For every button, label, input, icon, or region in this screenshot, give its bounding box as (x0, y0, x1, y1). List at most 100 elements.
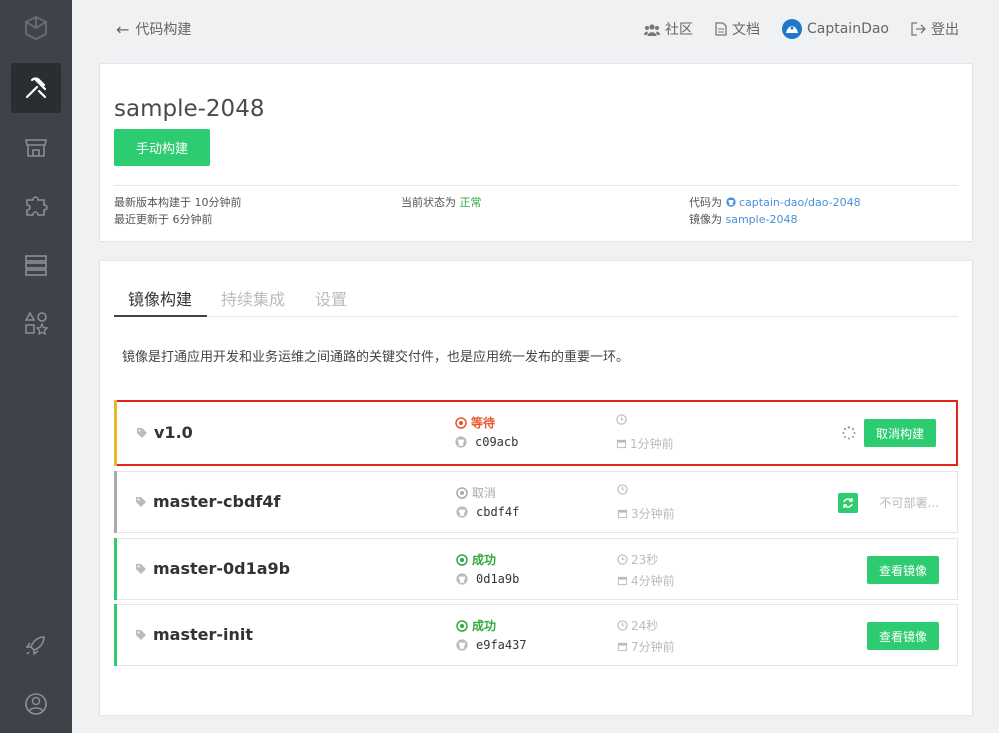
build-time-ago: 3分钟前 (617, 505, 675, 522)
cube-logo-icon[interactable] (11, 3, 61, 53)
status-bar (114, 471, 117, 533)
tag-icon (136, 563, 146, 574)
tab-ci[interactable]: 持续集成 (221, 286, 285, 310)
current-status: 当前状态为 正常 (401, 194, 482, 211)
users-icon (644, 23, 660, 36)
build-duration: 23秒 (617, 551, 658, 568)
build-duration: 24秒 (617, 617, 658, 634)
clock-icon (616, 414, 627, 425)
project-summary-card: sample-2048 手动构建 最新版本构建于 10分钟前 最近更新于 6分钟… (99, 63, 973, 242)
sidebar-item-shapes[interactable] (11, 298, 61, 348)
back-link[interactable]: ← 代码构建 (116, 19, 191, 39)
clock-icon (617, 620, 628, 631)
calendar-icon (616, 439, 627, 449)
build-row[interactable]: v1.0 等待 c09acb 1分钟前 取消构建 (114, 400, 958, 466)
build-time-ago: 7分钟前 (617, 638, 675, 655)
cancel-build-button[interactable]: 取消构建 (864, 419, 936, 447)
build-name: master-cbdf4f (135, 492, 280, 511)
build-row[interactable]: master-cbdf4f 取消 cbdf4f 3分钟前 不可部署... (114, 471, 958, 533)
logout-link[interactable]: 登出 (911, 19, 959, 39)
repo-link[interactable]: captain-dao/dao-2048 (739, 196, 861, 209)
top-bar: ← 代码构建 社区 文档 CaptainDao 登出 (72, 0, 999, 60)
tab-image-build[interactable]: 镜像构建 (128, 286, 192, 310)
community-label: 社区 (665, 22, 693, 38)
rocket-icon (25, 636, 45, 656)
community-link[interactable]: 社区 (644, 19, 693, 39)
build-name: master-init (135, 625, 253, 644)
page-title: sample-2048 (114, 96, 265, 122)
image-link[interactable]: sample-2048 (726, 213, 798, 226)
status-badge: 成功 (456, 551, 496, 568)
docs-label: 文档 (732, 22, 760, 38)
github-icon (456, 573, 468, 585)
sidebar-item-puzzle[interactable] (11, 181, 61, 231)
waiting-icon (455, 416, 467, 429)
repo-prefix: 代码为 (689, 196, 722, 209)
username: CaptainDao (807, 21, 889, 37)
status-prefix: 当前状态为 (401, 196, 456, 209)
status-badge: 成功 (456, 617, 496, 634)
active-tab-indicator (114, 315, 207, 317)
document-icon (715, 22, 727, 36)
sidebar-item-tools[interactable] (11, 63, 61, 113)
avatar (782, 19, 802, 39)
tab-settings[interactable]: 设置 (315, 286, 347, 310)
success-icon (456, 553, 468, 566)
canceled-icon (456, 486, 468, 499)
calendar-icon (617, 509, 628, 519)
divider (114, 185, 958, 186)
build-duration (617, 484, 631, 495)
user-menu[interactable]: CaptainDao (782, 19, 889, 39)
tag-icon (136, 496, 146, 507)
builds-card: 镜像构建 持续集成 设置 镜像是打通应用开发和业务运维之间通路的关键交付件，也是… (99, 260, 973, 716)
build-name: v1.0 (136, 423, 193, 442)
calendar-icon (617, 642, 628, 652)
sidebar-item-user[interactable] (11, 679, 61, 729)
view-image-button[interactable]: 查看镜像 (867, 556, 939, 584)
build-time-ago: 4分钟前 (617, 572, 675, 589)
back-label: 代码构建 (135, 22, 192, 38)
last-update-text: 最近更新于 6分钟前 (114, 213, 213, 226)
refresh-icon (843, 498, 853, 508)
build-row[interactable]: master-init 成功 e9fa437 24秒 7分钟前 查看镜像 (114, 604, 958, 666)
arrow-left-icon: ← (116, 19, 130, 39)
manual-build-button[interactable]: 手动构建 (114, 129, 210, 166)
top-links: 社区 文档 CaptainDao 登出 (644, 19, 959, 39)
clock-icon (617, 554, 628, 565)
view-image-button[interactable]: 查看镜像 (867, 622, 939, 650)
commit-hash: cbdf4f (456, 505, 519, 519)
logout-icon (911, 22, 926, 36)
shapes-icon (24, 311, 49, 336)
commit-hash: e9fa437 (456, 638, 527, 652)
build-duration (616, 414, 630, 425)
docs-link[interactable]: 文档 (715, 19, 760, 39)
sidebar-item-store[interactable] (11, 122, 61, 172)
tools-icon (25, 77, 47, 99)
tag-icon (136, 629, 146, 640)
status-badge: 取消 (456, 484, 496, 501)
loading-spinner-icon (842, 426, 856, 440)
sidebar-item-server[interactable] (11, 240, 61, 290)
github-icon (725, 197, 736, 207)
store-icon (25, 139, 47, 157)
status-value: 正常 (459, 196, 482, 209)
repo-info: 代码为 captain-dao/dao-2048 镜像为 sample-2048 (689, 194, 861, 228)
rebuild-button[interactable] (838, 493, 858, 513)
tabs: 镜像构建 持续集成 设置 (114, 283, 958, 317)
build-row[interactable]: master-0d1a9b 成功 0d1a9b 23秒 4分钟前 查看镜像 (114, 538, 958, 600)
tag-icon (137, 427, 147, 438)
status-bar (114, 538, 117, 600)
logout-label: 登出 (931, 22, 959, 38)
user-circle-icon (25, 693, 47, 715)
sidebar-item-rocket[interactable] (11, 620, 61, 670)
not-deployable-label: 不可部署... (879, 496, 939, 510)
latest-build-text: 最新版本构建于 10分钟前 (114, 196, 242, 209)
status-bar (114, 604, 117, 666)
build-times: 最新版本构建于 10分钟前 最近更新于 6分钟前 (114, 194, 242, 228)
status-badge: 等待 (455, 414, 495, 431)
build-name: master-0d1a9b (135, 559, 290, 578)
image-prefix: 镜像为 (689, 213, 722, 226)
puzzle-icon (26, 196, 48, 216)
commit-hash: c09acb (455, 435, 518, 449)
commit-hash: 0d1a9b (456, 572, 519, 586)
